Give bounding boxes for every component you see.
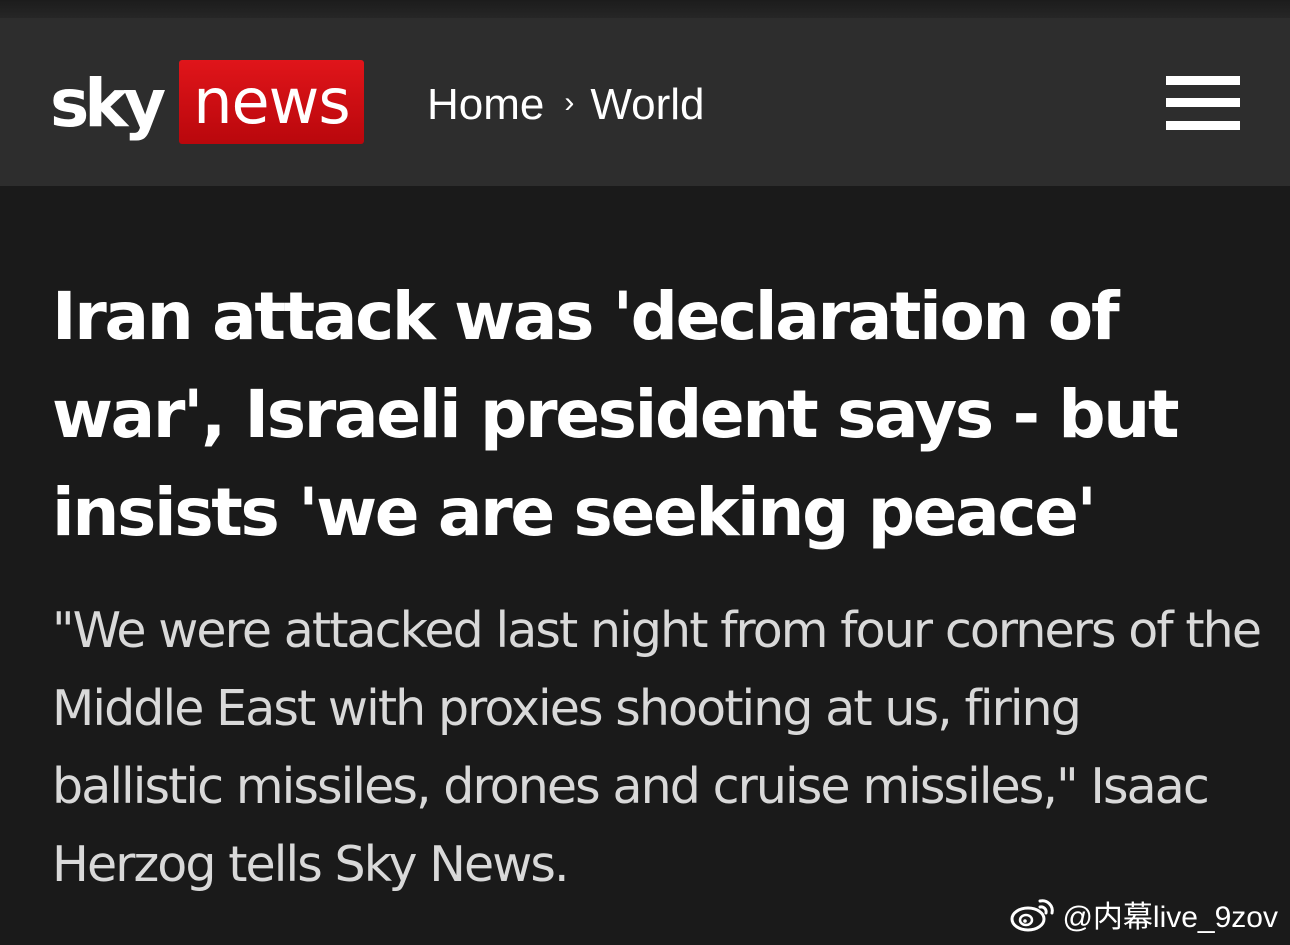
menu-bar-bottom <box>1166 121 1240 130</box>
breadcrumb: Home › World <box>427 80 704 130</box>
weibo-watermark: @内幕live_9zov <box>1010 892 1278 936</box>
article-headline: Iran attack was 'declaration of war', Is… <box>52 278 1180 551</box>
menu-bar-top <box>1166 76 1240 85</box>
weibo-icon <box>1010 899 1055 932</box>
sky-news-logo[interactable]: sky news <box>50 58 364 146</box>
status-strip <box>0 0 1290 18</box>
breadcrumb-home[interactable]: Home <box>427 83 544 127</box>
menu-bar-middle <box>1166 98 1240 107</box>
site-header: sky news Home › World <box>0 18 1290 186</box>
logo-news-badge: news <box>179 60 364 144</box>
breadcrumb-separator-icon: › <box>564 86 575 119</box>
page: sky news Home › World Iran attack was 'd… <box>0 0 1290 945</box>
logo-sky-text: sky <box>50 65 166 142</box>
article-standfirst: "We were attacked last night from four c… <box>52 602 1262 893</box>
watermark-handle: @内幕live_9zov <box>1062 901 1278 934</box>
breadcrumb-world[interactable]: World <box>590 83 704 127</box>
hamburger-menu-icon[interactable] <box>1166 76 1240 130</box>
